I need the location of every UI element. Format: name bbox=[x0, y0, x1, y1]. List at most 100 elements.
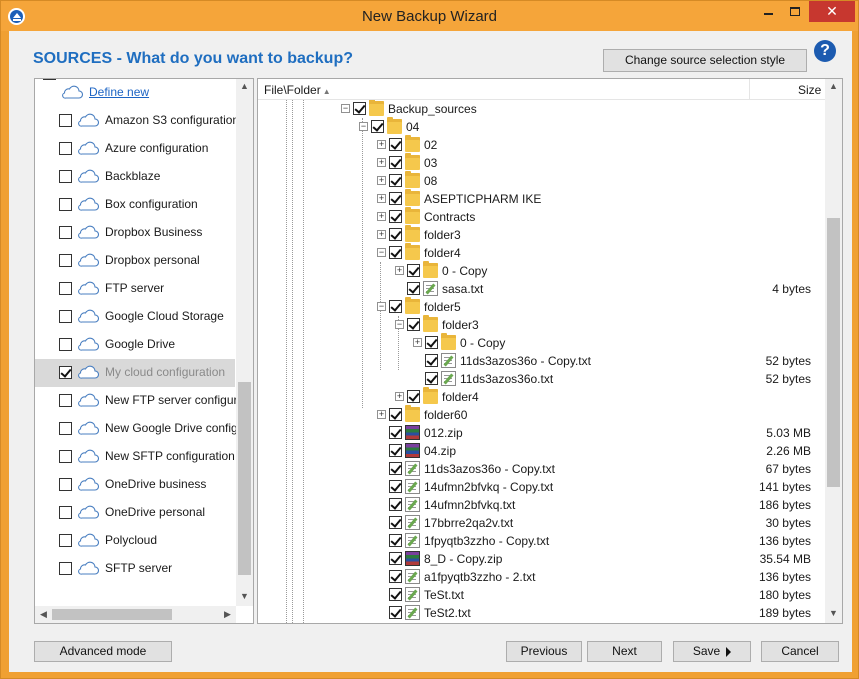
tree-checkbox[interactable] bbox=[389, 570, 402, 583]
tree-row[interactable]: +02 bbox=[258, 135, 825, 154]
scroll-left-icon[interactable]: ◀ bbox=[35, 609, 52, 620]
tree-checkbox[interactable] bbox=[389, 426, 402, 439]
source-checkbox[interactable] bbox=[59, 170, 72, 183]
source-item[interactable]: New Google Drive config bbox=[35, 415, 238, 443]
source-checkbox[interactable] bbox=[59, 310, 72, 323]
source-checkbox[interactable] bbox=[59, 282, 72, 295]
source-checkbox[interactable] bbox=[59, 366, 72, 379]
source-item[interactable]: FTP server bbox=[35, 275, 235, 303]
sources-vertical-scrollbar[interactable]: ▲ ▼ bbox=[236, 79, 253, 606]
tree-row[interactable]: + ASEPTICPHARM IKE bbox=[258, 189, 825, 208]
file-tree-vertical-scrollbar[interactable]: ▲ ▼ bbox=[825, 79, 842, 623]
tree-row[interactable]: 11ds3azos36o - Copy.txt 67 bytes bbox=[258, 460, 825, 478]
define-new-item[interactable]: Define new bbox=[35, 79, 235, 107]
tree-checkbox[interactable] bbox=[425, 354, 438, 367]
source-item[interactable]: Dropbox Business bbox=[35, 219, 235, 247]
tree-row[interactable]: + folder60 bbox=[258, 405, 825, 424]
tree-row[interactable]: + Contracts bbox=[258, 207, 825, 226]
source-item[interactable]: New SFTP configuration bbox=[35, 443, 235, 471]
tree-checkbox[interactable] bbox=[425, 372, 438, 385]
expand-icon[interactable]: + bbox=[377, 410, 386, 419]
tree-checkbox[interactable] bbox=[389, 228, 402, 241]
tree-row[interactable]: sasa.txt 4 bytes bbox=[258, 280, 825, 298]
expand-icon[interactable]: + bbox=[377, 140, 386, 149]
tree-checkbox[interactable] bbox=[389, 408, 402, 421]
tree-checkbox[interactable] bbox=[389, 462, 402, 475]
expand-icon[interactable]: + bbox=[377, 230, 386, 239]
tree-checkbox[interactable] bbox=[389, 534, 402, 547]
tree-checkbox[interactable] bbox=[389, 210, 402, 223]
tree-checkbox[interactable] bbox=[389, 246, 402, 259]
source-item[interactable]: Google Cloud Storage bbox=[35, 303, 235, 331]
source-item[interactable]: Azure configuration bbox=[35, 135, 235, 163]
file-folder-column-header[interactable]: File\Folder ▲ bbox=[264, 83, 331, 97]
source-checkbox[interactable] bbox=[59, 226, 72, 239]
minimize-button[interactable] bbox=[755, 1, 781, 22]
tree-row[interactable]: 17bbrre2qa2v.txt 30 bytes bbox=[258, 514, 825, 532]
previous-button[interactable]: Previous bbox=[506, 641, 582, 662]
scroll-up-icon[interactable]: ▲ bbox=[825, 81, 842, 91]
expand-icon[interactable]: + bbox=[377, 212, 386, 221]
source-checkbox[interactable] bbox=[59, 114, 72, 127]
expand-icon[interactable]: + bbox=[395, 392, 404, 401]
scrollbar-thumb[interactable] bbox=[238, 382, 251, 575]
tree-row[interactable]: − folder3 bbox=[258, 315, 825, 334]
tree-row[interactable]: − folder5 bbox=[258, 297, 825, 316]
tree-row[interactable]: +0 - Copy bbox=[258, 261, 825, 280]
source-item[interactable]: Box configuration bbox=[35, 191, 235, 219]
collapse-icon[interactable]: − bbox=[377, 248, 386, 257]
tree-row[interactable]: + folder3 bbox=[258, 225, 825, 244]
tree-row[interactable]: +08 bbox=[258, 171, 825, 190]
tree-checkbox[interactable] bbox=[407, 264, 420, 277]
tree-row[interactable]: 11ds3azos36o.txt 52 bytes bbox=[258, 370, 825, 388]
collapse-icon[interactable]: − bbox=[341, 104, 350, 113]
sources-horizontal-scrollbar[interactable]: ◀ ▶ bbox=[35, 606, 236, 623]
source-item[interactable]: OneDrive personal bbox=[35, 499, 235, 527]
scroll-down-icon[interactable]: ▼ bbox=[825, 608, 842, 618]
tree-row[interactable]: 1fpyqtb3zzho - Copy.txt 136 bytes bbox=[258, 532, 825, 550]
source-item[interactable]: Amazon S3 configuration bbox=[35, 107, 239, 135]
expand-icon[interactable]: + bbox=[395, 266, 404, 275]
source-item[interactable]: My cloud configuration bbox=[35, 359, 235, 387]
source-checkbox[interactable] bbox=[59, 198, 72, 211]
tree-checkbox[interactable] bbox=[389, 480, 402, 493]
tree-row[interactable]: TeSt.txt 180 bytes bbox=[258, 586, 825, 604]
source-checkbox[interactable] bbox=[59, 450, 72, 463]
save-button[interactable]: Save bbox=[673, 641, 751, 662]
tree-row[interactable]: a1fpyqtb3zzho - 2.txt 136 bytes bbox=[258, 568, 825, 586]
tree-checkbox[interactable] bbox=[389, 156, 402, 169]
advanced-mode-button[interactable]: Advanced mode bbox=[34, 641, 172, 662]
tree-checkbox[interactable] bbox=[389, 192, 402, 205]
tree-checkbox[interactable] bbox=[371, 120, 384, 133]
expand-icon[interactable]: + bbox=[413, 338, 422, 347]
source-item[interactable]: Polycloud bbox=[35, 527, 235, 555]
tree-row[interactable]: 11ds3azos36o - Copy.txt 52 bytes bbox=[258, 352, 825, 370]
source-item[interactable]: Google Drive bbox=[35, 331, 235, 359]
tree-row[interactable]: − 04 bbox=[258, 117, 825, 136]
help-icon[interactable]: ? bbox=[814, 40, 836, 62]
tree-checkbox[interactable] bbox=[353, 102, 366, 115]
scroll-down-icon[interactable]: ▼ bbox=[236, 591, 253, 601]
tree-row[interactable]: − Backup_sources bbox=[258, 100, 825, 118]
cancel-button[interactable]: Cancel bbox=[761, 641, 839, 662]
tree-row[interactable]: 14ufmn2bfvkq - Copy.txt 141 bytes bbox=[258, 478, 825, 496]
source-checkbox[interactable] bbox=[59, 422, 72, 435]
tree-row[interactable]: 8_D - Copy.zip 35.54 MB bbox=[258, 550, 825, 568]
tree-checkbox[interactable] bbox=[425, 336, 438, 349]
tree-row[interactable]: 14ufmn2bfvkq.txt 186 bytes bbox=[258, 496, 825, 514]
tree-row[interactable]: 012.zip 5.03 MB bbox=[258, 424, 825, 442]
expand-icon[interactable]: + bbox=[377, 194, 386, 203]
tree-row[interactable]: 04.zip 2.26 MB bbox=[258, 442, 825, 460]
size-column-header[interactable]: Size bbox=[798, 83, 821, 97]
collapse-icon[interactable]: − bbox=[395, 320, 404, 329]
tree-checkbox[interactable] bbox=[389, 300, 402, 313]
change-source-style-button[interactable]: Change source selection style bbox=[603, 49, 807, 72]
title-bar[interactable]: New Backup Wizard ✕ bbox=[1, 1, 858, 31]
source-checkbox[interactable] bbox=[59, 338, 72, 351]
source-checkbox[interactable] bbox=[59, 394, 72, 407]
tree-checkbox[interactable] bbox=[389, 606, 402, 619]
tree-checkbox[interactable] bbox=[389, 516, 402, 529]
tree-checkbox[interactable] bbox=[407, 318, 420, 331]
next-button[interactable]: Next bbox=[587, 641, 662, 662]
tree-checkbox[interactable] bbox=[389, 588, 402, 601]
